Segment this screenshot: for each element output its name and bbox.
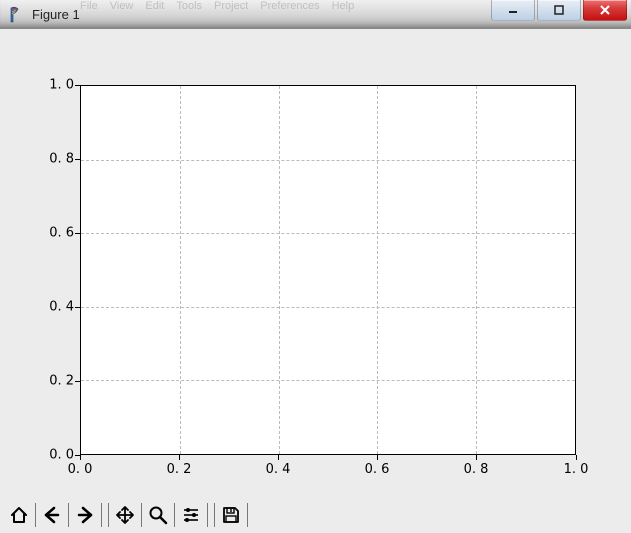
tickmark [75, 159, 80, 160]
y-tick-label: 1. 0 [34, 78, 74, 93]
zoom-button[interactable] [145, 502, 171, 528]
tickmark [80, 455, 81, 460]
figure-canvas[interactable]: 0. 0 0. 2 0. 4 0. 6 0. 8 1. 0 0. 0 0. 2 … [0, 30, 631, 495]
tickmark [75, 85, 80, 86]
y-tick-label: 0. 8 [34, 152, 74, 167]
toolbar-separator [214, 503, 215, 527]
toolbar-separator [141, 503, 142, 527]
tickmark [179, 455, 180, 460]
tickmark [476, 455, 477, 460]
tickmark [75, 381, 80, 382]
gridline [476, 86, 477, 454]
save-button[interactable] [218, 502, 244, 528]
gridline [180, 86, 181, 454]
tickmark [278, 455, 279, 460]
close-button[interactable] [583, 0, 627, 21]
y-tick-label: 0. 0 [34, 448, 74, 463]
gridline [279, 86, 280, 454]
y-tick-label: 0. 2 [34, 374, 74, 389]
x-tick-label: 1. 0 [564, 462, 589, 477]
toolbar-separator [207, 503, 208, 527]
x-tick-label: 0. 0 [68, 462, 93, 477]
tickmark [377, 455, 378, 460]
y-tick-label: 0. 6 [34, 226, 74, 241]
titlebar: Figure 1 File View Edit Tools Project Pr… [0, 0, 631, 29]
toolbar-separator [108, 503, 109, 527]
plot-axes [80, 85, 576, 455]
home-button[interactable] [6, 502, 32, 528]
x-tick-label: 0. 2 [167, 462, 192, 477]
toolbar-separator [68, 503, 69, 527]
toolbar-separator [35, 503, 36, 527]
mpl-toolbar [6, 500, 251, 530]
gridline [377, 86, 378, 454]
tk-feather-icon [6, 4, 26, 24]
x-tick-label: 0. 8 [464, 462, 489, 477]
gridline [81, 160, 575, 161]
y-tick-label: 0. 4 [34, 300, 74, 315]
gridline [81, 307, 575, 308]
gridline [81, 380, 575, 381]
x-tick-label: 0. 6 [365, 462, 390, 477]
background-menu-blur: File View Edit Tools Project Preferences… [80, 0, 471, 14]
toolbar-separator [174, 503, 175, 527]
toolbar-separator [101, 503, 102, 527]
forward-button[interactable] [72, 502, 98, 528]
tickmark [75, 233, 80, 234]
window-title: Figure 1 [32, 7, 80, 22]
back-button[interactable] [39, 502, 65, 528]
pan-button[interactable] [112, 502, 138, 528]
configure-subplots-button[interactable] [178, 502, 204, 528]
tickmark [75, 455, 80, 456]
maximize-button[interactable] [537, 0, 581, 21]
tickmark [75, 307, 80, 308]
window-controls [489, 0, 627, 21]
gridline [81, 233, 575, 234]
x-tick-label: 0. 4 [266, 462, 291, 477]
toolbar-separator [247, 503, 248, 527]
minimize-button[interactable] [491, 0, 535, 21]
tickmark [576, 455, 577, 460]
